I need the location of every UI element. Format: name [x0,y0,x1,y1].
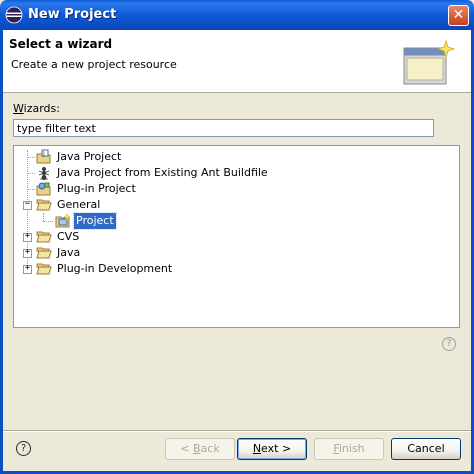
wizard-header: Select a wizard Create a new project res… [3,30,471,93]
tree-item-label: Java Project from Existing Ant Buildfile [57,166,268,179]
folder-icon [36,247,52,259]
new-wizard-banner-icon [403,39,456,85]
back-button-label: ack [200,442,220,455]
filter-input[interactable] [13,119,434,137]
tree-item-cvs[interactable]: CVS [36,229,81,245]
tree-item-java[interactable]: Java [36,245,82,261]
folder-icon [36,263,52,275]
back-button-prefix: < [180,442,193,455]
help-icon[interactable]: ? [16,441,31,456]
java-project-icon: J [36,149,51,164]
tree-item-plugin-project[interactable]: Plug-in Project [36,181,138,197]
next-button-label: ext > [261,442,292,455]
tree-connector-line [27,189,35,190]
project-icon [55,213,71,228]
back-button[interactable]: < Back [165,438,235,460]
button-bar-separator [3,430,471,432]
plus-icon: + [24,231,31,241]
tree-item-label: Plug-in Project [57,182,136,195]
expand-cvs-toggle[interactable]: + [23,231,32,242]
next-button[interactable]: Next > [237,438,307,460]
tree-item-label: General [57,198,101,211]
tree-item-project[interactable]: Project [55,212,117,230]
tree-connector-line [27,173,35,174]
minus-icon: − [24,199,31,209]
cancel-button[interactable]: Cancel [391,438,461,460]
tree-item-label: Plug-in Development [57,262,173,275]
tree-item-label: CVS [57,230,80,243]
close-icon: ✕ [452,7,465,23]
expand-java-toggle[interactable]: + [23,247,32,258]
tree-item-label: Java Project [57,150,122,163]
plugin-project-icon [36,182,51,196]
tree-item-java-project-ant[interactable]: Java Project from Existing Ant Buildfile [36,165,270,181]
svg-text:J: J [42,151,45,158]
back-button-mnemonic: B [193,442,201,455]
tree-connector-line [27,157,35,158]
wizards-label-text: izards: [23,102,60,115]
tree-item-plugin-development[interactable]: Plug-in Development [36,261,174,277]
folder-open-icon [36,199,52,211]
collapse-general-toggle[interactable]: − [23,199,32,210]
finish-button-label: inish [338,442,365,455]
folder-icon [36,231,52,243]
header-title: Select a wizard [9,37,113,51]
wizard-help-icon[interactable]: ? [442,337,456,351]
title-bar[interactable]: New Project ✕ [0,0,474,30]
expand-plugin-development-toggle[interactable]: + [23,263,32,274]
wizard-tree[interactable]: J Java Project Java Project from Existin… [13,145,460,328]
ant-icon [38,167,50,181]
window-title: New Project [28,7,117,22]
header-description: Create a new project resource [11,58,177,71]
tree-item-general[interactable]: General [36,197,102,213]
tree-item-label: Project [73,212,117,230]
tree-item-label: Java [57,246,81,259]
close-button[interactable]: ✕ [448,5,469,26]
wizards-label-mnemonic: W [13,102,24,115]
plus-icon: + [24,263,31,273]
tree-connector-line [43,221,53,222]
tree-connector-line [43,213,44,221]
next-button-mnemonic: N [252,442,262,455]
wizards-label: Wizards: [13,102,60,115]
plus-icon: + [24,247,31,257]
finish-button[interactable]: Finish [314,438,384,460]
tree-item-java-project[interactable]: J Java Project [36,149,123,165]
eclipse-icon [5,6,23,24]
